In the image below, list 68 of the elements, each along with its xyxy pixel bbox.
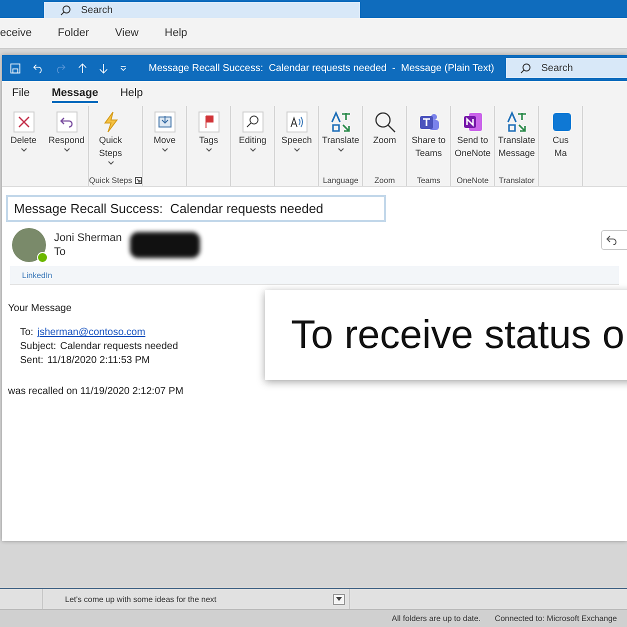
ribbon-button[interactable]: Zoom bbox=[363, 106, 406, 174]
status-text: All folders are up to date. bbox=[392, 614, 481, 623]
ribbon-button[interactable]: Respond bbox=[45, 106, 88, 174]
notebook-icon bbox=[462, 111, 484, 133]
dialog-launcher-icon[interactable] bbox=[135, 176, 142, 184]
ribbon-button[interactable]: Translate Message bbox=[495, 106, 538, 174]
translate-icon bbox=[506, 111, 528, 133]
ribbon-tab[interactable]: File bbox=[12, 84, 30, 102]
ribbon-button[interactable]: Tags bbox=[187, 106, 230, 174]
ribbon-button[interactable]: Share to Teams bbox=[407, 106, 450, 174]
reply-button[interactable] bbox=[601, 230, 627, 250]
customize-icon[interactable] bbox=[120, 64, 127, 72]
field-label: Subject: bbox=[20, 340, 56, 354]
teams-icon bbox=[418, 111, 440, 133]
group-label: Translator bbox=[498, 176, 534, 184]
down-arrow-icon[interactable] bbox=[99, 62, 108, 74]
group-label: Teams bbox=[416, 176, 440, 184]
search-icon bbox=[520, 62, 532, 74]
menu-item[interactable]: eceive bbox=[0, 27, 32, 39]
recipient-label: To bbox=[54, 246, 67, 258]
recall-text: was recalled on 11/19/2020 2:12:07 PM bbox=[8, 386, 184, 397]
email-link[interactable]: jsherman@contoso.com bbox=[37, 326, 146, 340]
field-value: 11/18/2020 2:11:53 PM bbox=[47, 354, 150, 368]
status-text: Connected to: Microsoft Exchange bbox=[494, 614, 617, 623]
presence-icon bbox=[37, 252, 48, 263]
preview-text: Let's come up with some ideas for the next bbox=[65, 594, 216, 604]
ribbon-tab[interactable]: Message bbox=[52, 84, 98, 102]
translate-icon bbox=[330, 111, 352, 133]
ribbon-button[interactable]: Speech bbox=[275, 106, 318, 174]
field-value: Calendar requests needed bbox=[60, 340, 178, 354]
ribbon-button[interactable]: Cus Ma bbox=[539, 106, 582, 174]
field-label: To: bbox=[20, 326, 34, 340]
redaction-blur bbox=[130, 232, 200, 258]
group-label: Quick Steps bbox=[89, 176, 132, 184]
group-label: OneNote bbox=[456, 176, 489, 184]
search-field[interactable]: Search bbox=[44, 2, 360, 18]
dropdown-button[interactable] bbox=[333, 594, 345, 604]
move-icon bbox=[154, 111, 176, 133]
ribbon-button[interactable]: Send to OneNote bbox=[451, 106, 494, 174]
menu-item[interactable]: Folder bbox=[58, 27, 89, 39]
magnifier-icon bbox=[374, 111, 396, 133]
window-title: Message Recall Success: Calendar requests needed - Message (Plain Text) bbox=[148, 62, 494, 74]
linkedin-link[interactable]: LinkedIn bbox=[22, 270, 52, 280]
body-heading: Your Message bbox=[8, 303, 73, 314]
menu-item[interactable]: Help bbox=[164, 27, 188, 39]
ribbon-button[interactable]: Quick Steps bbox=[89, 106, 132, 174]
field-label: Sent: bbox=[20, 354, 44, 368]
ribbon-button[interactable]: Editing bbox=[231, 106, 274, 174]
search-icon bbox=[60, 4, 71, 16]
group-label: Language bbox=[322, 176, 358, 184]
ribbon-button[interactable]: Move bbox=[143, 106, 186, 174]
group-label: Zoom bbox=[374, 176, 395, 184]
caret-icon bbox=[336, 597, 342, 601]
ribbon-button[interactable]: Delete bbox=[2, 106, 45, 174]
sender-name: Joni Sherman bbox=[54, 232, 122, 244]
flag-icon bbox=[198, 111, 220, 133]
reply-icon bbox=[606, 235, 617, 245]
reply-icon bbox=[56, 111, 78, 133]
close-icon bbox=[12, 111, 34, 133]
menu-item[interactable]: View bbox=[114, 27, 139, 39]
ribbon-tab[interactable]: Help bbox=[120, 84, 143, 102]
up-arrow-icon[interactable] bbox=[78, 62, 88, 74]
ribbon-button[interactable]: Translate bbox=[319, 106, 362, 174]
save-icon[interactable] bbox=[10, 62, 21, 74]
read-aloud-icon bbox=[286, 111, 308, 133]
search-field[interactable]: Search bbox=[506, 58, 627, 78]
caption-text: To receive status o bbox=[291, 312, 624, 358]
search-icon bbox=[242, 111, 264, 133]
